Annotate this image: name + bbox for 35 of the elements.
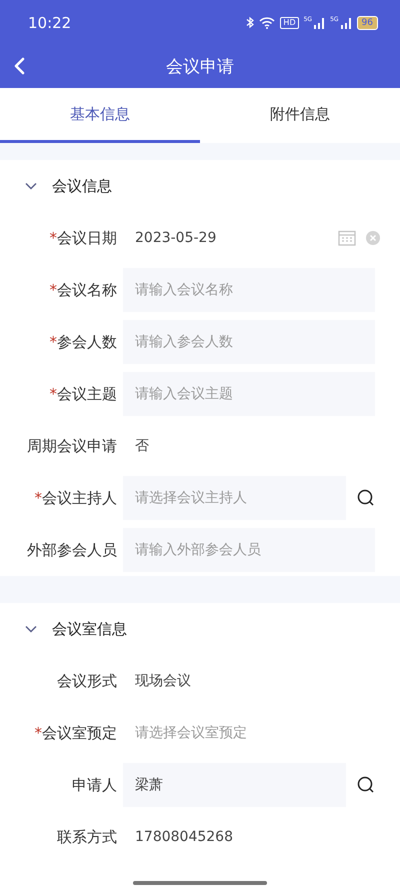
section-title: 会议信息 xyxy=(52,176,112,196)
field-label: 外部参会人员 xyxy=(26,540,117,560)
input-field[interactable]: 请输入参会人数 xyxy=(123,320,375,364)
battery-icon: 96 xyxy=(356,16,378,30)
wifi-icon xyxy=(259,16,276,28)
field-label: *会议日期 xyxy=(48,228,117,248)
field-label: *会议名称 xyxy=(48,280,117,300)
input-field[interactable]: 请输入会议名称 xyxy=(123,268,375,312)
bluetooth-icon xyxy=(246,16,254,29)
search-icon[interactable] xyxy=(357,489,375,507)
section-title: 会议室信息 xyxy=(52,620,127,638)
field-label: *会议主持人 xyxy=(34,488,117,508)
search-icon[interactable] xyxy=(357,776,375,794)
signal-icon xyxy=(340,16,352,28)
field-value: 现场会议 xyxy=(134,672,192,691)
input-field[interactable]: 请选择会议室预定 xyxy=(123,711,375,755)
input-field[interactable]: 请选择会议主持人 xyxy=(123,476,346,520)
field-label: *参会人数 xyxy=(48,332,117,352)
field-label: *会议室预定 xyxy=(34,724,117,742)
date-value[interactable]: 2023-05-29 xyxy=(123,216,216,260)
field-label: 联系方式 xyxy=(56,828,117,846)
field-label: 周期会议申请 xyxy=(26,436,117,456)
input-field[interactable]: 请输入外部参会人员 xyxy=(123,528,375,572)
input-field[interactable]: 请输入会议主题 xyxy=(123,372,375,416)
field-label: 会议形式 xyxy=(56,672,117,690)
page-title: 会议申请 xyxy=(166,56,234,78)
field-label: 申请人 xyxy=(71,776,117,794)
field-label: *会议主题 xyxy=(48,384,117,404)
status-time: 10:22 xyxy=(28,14,72,32)
signal-icon xyxy=(313,16,326,28)
tab[interactable]: 附件信息 xyxy=(200,88,400,143)
hd-badge: HD xyxy=(280,16,299,28)
field-value: 否 xyxy=(134,437,150,456)
input-field[interactable]: 梁萧 xyxy=(123,763,346,807)
field-value: 17808045268 xyxy=(134,828,234,847)
